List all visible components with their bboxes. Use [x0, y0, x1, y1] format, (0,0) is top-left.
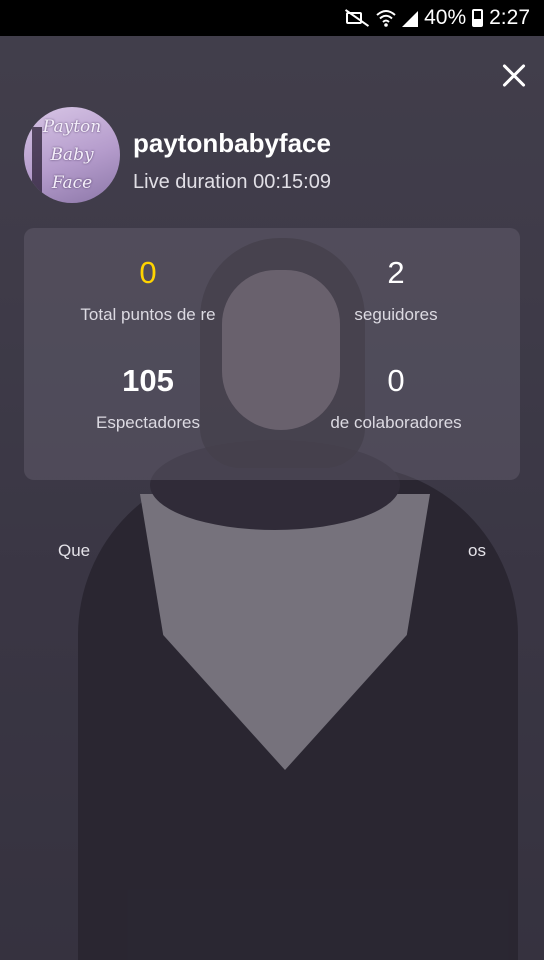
- username: paytonbabyface: [133, 128, 331, 158]
- live-stats-card: 0 Total puntos de re 2 seguidores 105 Es…: [24, 228, 520, 480]
- stat-followers-label: seguidores: [354, 305, 438, 324]
- stat-total-points-label: Total puntos de re: [80, 305, 216, 324]
- avatar-logo-text: Payton Baby Face: [42, 117, 102, 193]
- battery-percent: 40%: [424, 6, 467, 29]
- status-bar: 40% 2:27: [0, 0, 544, 36]
- battery-icon: [472, 9, 484, 27]
- stat-viewers: 105 Espectadores: [24, 364, 272, 433]
- stat-followers-value: 2: [387, 255, 405, 290]
- stat-collaborators-value: 0: [387, 363, 405, 398]
- stat-total-points-value: 0: [139, 255, 157, 290]
- live-duration-value: 00:15:09: [253, 171, 331, 193]
- footer-text-right: os: [468, 541, 486, 560]
- stat-viewers-label: Espectadores: [96, 413, 200, 432]
- mute-icon: [344, 8, 370, 28]
- close-icon[interactable]: [498, 60, 530, 92]
- wifi-icon: [376, 8, 396, 28]
- stat-collaborators: 0 de colaboradores: [272, 364, 520, 433]
- footer-message: Que os: [24, 541, 520, 561]
- stat-collaborators-label: de colaboradores: [330, 413, 462, 432]
- live-duration-label: Live duration: [133, 171, 248, 193]
- signal-icon: [402, 11, 419, 27]
- clock-time: 2:27: [489, 6, 530, 29]
- live-duration: Live duration 00:15:09: [133, 171, 331, 194]
- stat-viewers-value: 105: [122, 363, 174, 398]
- avatar: Payton Baby Face: [24, 107, 120, 203]
- footer-text-left: Que: [58, 541, 91, 560]
- stat-total-points: 0 Total puntos de re: [24, 256, 272, 325]
- stat-followers: 2 seguidores: [272, 256, 520, 325]
